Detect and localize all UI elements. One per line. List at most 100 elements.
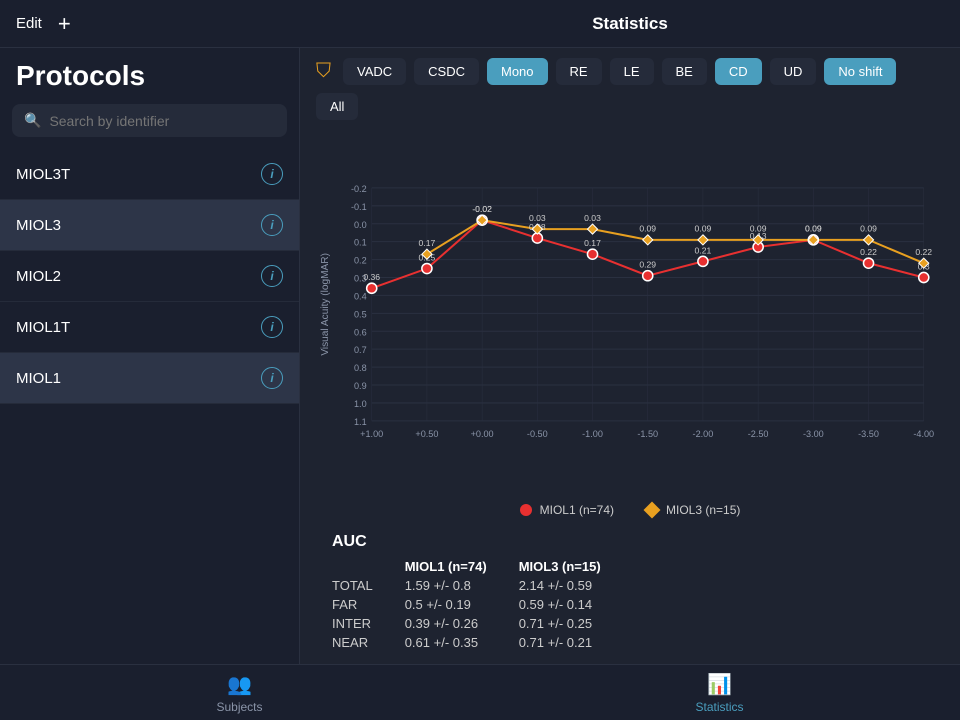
top-bar-left: Edit + xyxy=(16,13,316,35)
auc-row-label: NEAR xyxy=(332,633,405,652)
filter-btn-be[interactable]: BE xyxy=(662,58,707,85)
auc-row-label: FAR xyxy=(332,595,405,614)
svg-text:0.6: 0.6 xyxy=(354,327,367,337)
auc-section: AUC MIOL1 (n=74) MIOL3 (n=15) TOTAL 1.59… xyxy=(300,525,960,664)
svg-text:+0.00: +0.00 xyxy=(471,429,494,439)
svg-text:0.22: 0.22 xyxy=(915,247,932,257)
auc-row-label: TOTAL xyxy=(332,576,405,595)
filter-btn-le[interactable]: LE xyxy=(610,58,654,85)
svg-text:0.09: 0.09 xyxy=(860,224,877,234)
statistics-nav-label: Statistics xyxy=(695,700,743,714)
sidebar-item-label: MIOL3 xyxy=(16,217,61,234)
svg-text:-2.50: -2.50 xyxy=(748,429,769,439)
svg-text:Visual Acuity (logMAR): Visual Acuity (logMAR) xyxy=(320,253,331,356)
sidebar-list: MIOL3T i MIOL3 i MIOL2 i MIOL1T i MIOL1 … xyxy=(0,149,299,664)
filter-btn-mono[interactable]: Mono xyxy=(487,58,548,85)
search-icon: 🔍 xyxy=(24,112,41,129)
svg-text:0.5: 0.5 xyxy=(354,309,367,319)
auc-title: AUC xyxy=(332,533,928,557)
svg-text:0.17: 0.17 xyxy=(419,238,436,248)
svg-text:0.0: 0.0 xyxy=(354,220,367,230)
sidebar-item-miol1[interactable]: MIOL1 i xyxy=(0,353,299,404)
add-button[interactable]: + xyxy=(58,13,71,35)
search-bar: 🔍 xyxy=(12,104,287,137)
auc-row-total: TOTAL 1.59 +/- 0.8 2.14 +/- 0.59 xyxy=(332,576,633,595)
legend-miol3: MIOL3 (n=15) xyxy=(646,503,740,517)
filter-bar: ⛉ VADC CSDC Mono RE LE BE CD UD No shift All xyxy=(300,48,960,130)
svg-text:0.03: 0.03 xyxy=(584,213,601,223)
filter-btn-all[interactable]: All xyxy=(316,93,358,120)
filter-btn-ud[interactable]: UD xyxy=(770,58,817,85)
svg-text:0.4: 0.4 xyxy=(354,291,367,301)
filter-btn-vadc[interactable]: VADC xyxy=(343,58,406,85)
sidebar-item-miol3[interactable]: MIOL3 i xyxy=(0,200,299,251)
statistics-nav-icon: 📊 xyxy=(707,672,732,697)
search-input[interactable] xyxy=(49,113,275,129)
svg-text:-0.2: -0.2 xyxy=(351,184,367,194)
auc-val2: 0.71 +/- 0.25 xyxy=(519,614,633,633)
miol3-dot xyxy=(644,502,661,519)
svg-text:-4.00: -4.00 xyxy=(913,429,934,439)
nav-item-statistics[interactable]: 📊 Statistics xyxy=(695,672,743,714)
filter-btn-re[interactable]: RE xyxy=(556,58,602,85)
auc-val1: 0.5 +/- 0.19 xyxy=(405,595,519,614)
info-icon-miol1[interactable]: i xyxy=(261,367,283,389)
sidebar: Protocols 🔍 MIOL3T i MIOL3 i MIOL2 i MIO… xyxy=(0,48,300,664)
auc-col2: MIOL3 (n=15) xyxy=(519,557,633,576)
auc-val1: 1.59 +/- 0.8 xyxy=(405,576,519,595)
sidebar-item-label: MIOL1 xyxy=(16,370,61,387)
miol1-dot xyxy=(520,504,532,516)
auc-val2: 0.71 +/- 0.21 xyxy=(519,633,633,652)
subjects-nav-icon: 👥 xyxy=(227,672,252,697)
sidebar-item-miol2[interactable]: MIOL2 i xyxy=(0,251,299,302)
svg-text:0.9: 0.9 xyxy=(354,381,367,391)
svg-text:0.2: 0.2 xyxy=(354,256,367,266)
info-icon-miol3[interactable]: i xyxy=(261,214,283,236)
svg-text:+1.00: +1.00 xyxy=(360,429,383,439)
sidebar-item-miol3t[interactable]: MIOL3T i xyxy=(0,149,299,200)
svg-text:0.1: 0.1 xyxy=(354,238,367,248)
content-area: ⛉ VADC CSDC Mono RE LE BE CD UD No shift All -0.2… xyxy=(300,48,960,664)
svg-text:0.7: 0.7 xyxy=(354,345,367,355)
svg-text:0.36: 0.36 xyxy=(363,272,380,282)
filter-btn-csdc[interactable]: CSDC xyxy=(414,58,479,85)
auc-row-near: NEAR 0.61 +/- 0.35 0.71 +/- 0.21 xyxy=(332,633,633,652)
filter-icon: ⛉ xyxy=(316,60,331,83)
auc-col0 xyxy=(332,557,405,576)
info-icon-miol1t[interactable]: i xyxy=(261,316,283,338)
edit-button[interactable]: Edit xyxy=(16,15,42,32)
legend-miol1-label: MIOL1 (n=74) xyxy=(540,503,614,517)
svg-text:0.09: 0.09 xyxy=(695,224,712,234)
auc-row-inter: INTER 0.39 +/- 0.26 0.71 +/- 0.25 xyxy=(332,614,633,633)
auc-val1: 0.39 +/- 0.26 xyxy=(405,614,519,633)
nav-item-subjects[interactable]: 👥 Subjects xyxy=(216,672,262,714)
bottom-nav: 👥 Subjects 📊 Statistics xyxy=(0,664,960,720)
sidebar-item-label: MIOL2 xyxy=(16,268,61,285)
svg-text:-0.02: -0.02 xyxy=(472,204,492,214)
filter-btn-no-shift[interactable]: No shift xyxy=(824,58,896,85)
auc-val2: 0.59 +/- 0.14 xyxy=(519,595,633,614)
svg-text:0.8: 0.8 xyxy=(354,363,367,373)
info-icon-miol2[interactable]: i xyxy=(261,265,283,287)
filter-btn-cd[interactable]: CD xyxy=(715,58,762,85)
auc-val2: 2.14 +/- 0.59 xyxy=(519,576,633,595)
legend-miol1: MIOL1 (n=74) xyxy=(520,503,614,517)
main-layout: Protocols 🔍 MIOL3T i MIOL3 i MIOL2 i MIO… xyxy=(0,48,960,664)
chart-container: -0.2-0.10.00.10.20.30.40.50.60.70.80.91.… xyxy=(300,130,960,499)
svg-text:-0.1: -0.1 xyxy=(351,202,367,212)
svg-text:0.17: 0.17 xyxy=(584,238,601,248)
info-icon-miol3t[interactable]: i xyxy=(261,163,283,185)
top-bar: Edit + Statistics xyxy=(0,0,960,48)
svg-text:1.1: 1.1 xyxy=(354,417,367,427)
subjects-nav-label: Subjects xyxy=(216,700,262,714)
page-title: Statistics xyxy=(316,14,944,34)
chart-legend: MIOL1 (n=74) MIOL3 (n=15) xyxy=(300,499,960,525)
svg-text:0.09: 0.09 xyxy=(639,224,656,234)
sidebar-item-miol1t[interactable]: MIOL1T i xyxy=(0,302,299,353)
svg-text:0.03: 0.03 xyxy=(529,213,546,223)
svg-text:0.29: 0.29 xyxy=(639,260,656,270)
svg-text:0.22: 0.22 xyxy=(860,247,877,257)
auc-row-label: INTER xyxy=(332,614,405,633)
legend-miol3-label: MIOL3 (n=15) xyxy=(666,503,740,517)
svg-text:0.09: 0.09 xyxy=(750,224,767,234)
